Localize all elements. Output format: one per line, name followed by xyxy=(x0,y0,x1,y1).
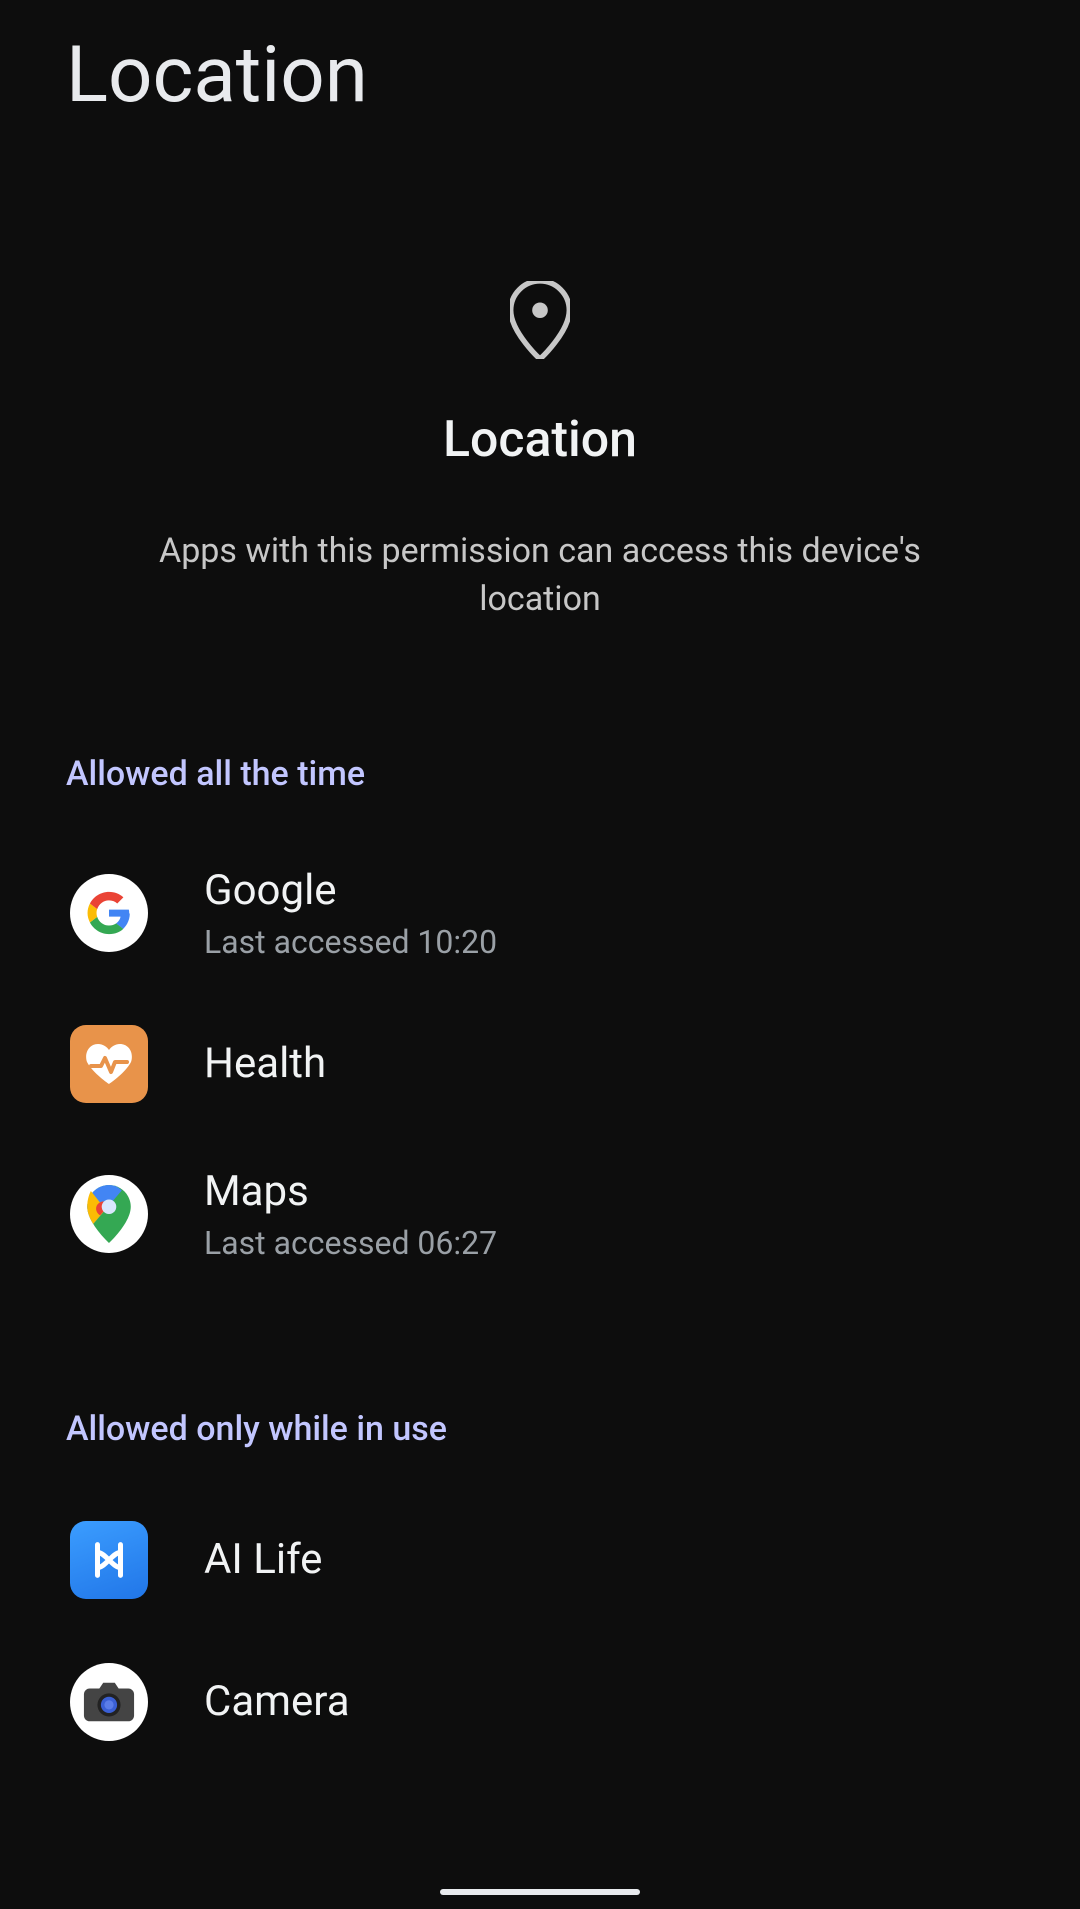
health-icon xyxy=(70,1025,148,1103)
google-icon xyxy=(70,874,148,952)
app-sublabel: Last accessed 06:27 xyxy=(204,1224,497,1262)
app-name: Maps xyxy=(204,1167,497,1216)
camera-icon xyxy=(70,1663,148,1741)
maps-icon xyxy=(70,1175,148,1253)
app-list: Google Last accessed 10:20 Health xyxy=(0,834,1080,1294)
app-row-google[interactable]: Google Last accessed 10:20 xyxy=(0,834,1080,993)
ai-life-icon xyxy=(70,1521,148,1599)
section-header: Allowed all the time xyxy=(0,754,1080,794)
app-name: Camera xyxy=(204,1677,350,1726)
section-allowed-all-time: Allowed all the time Google Last accesse… xyxy=(0,754,1080,1294)
app-name: Google xyxy=(204,866,497,915)
app-sublabel: Last accessed 10:20 xyxy=(204,923,497,961)
page-title: Location xyxy=(0,0,1080,121)
app-row-camera[interactable]: Camera xyxy=(0,1631,1080,1773)
app-name: Health xyxy=(204,1039,326,1088)
permission-description: Apps with this permission can access thi… xyxy=(150,527,930,624)
app-row-ai-life[interactable]: AI Life xyxy=(0,1489,1080,1631)
app-list: AI Life Camera xyxy=(0,1489,1080,1773)
section-header: Allowed only while in use xyxy=(0,1409,1080,1449)
app-row-health[interactable]: Health xyxy=(0,993,1080,1135)
app-name: AI Life xyxy=(204,1535,322,1584)
permission-title: Location xyxy=(0,411,1080,469)
location-pin-icon xyxy=(510,281,570,363)
home-indicator[interactable] xyxy=(440,1889,640,1895)
section-allowed-while-in-use: Allowed only while in use AI Life xyxy=(0,1409,1080,1773)
permission-hero: Location Apps with this permission can a… xyxy=(0,281,1080,624)
app-row-maps[interactable]: Maps Last accessed 06:27 xyxy=(0,1135,1080,1294)
